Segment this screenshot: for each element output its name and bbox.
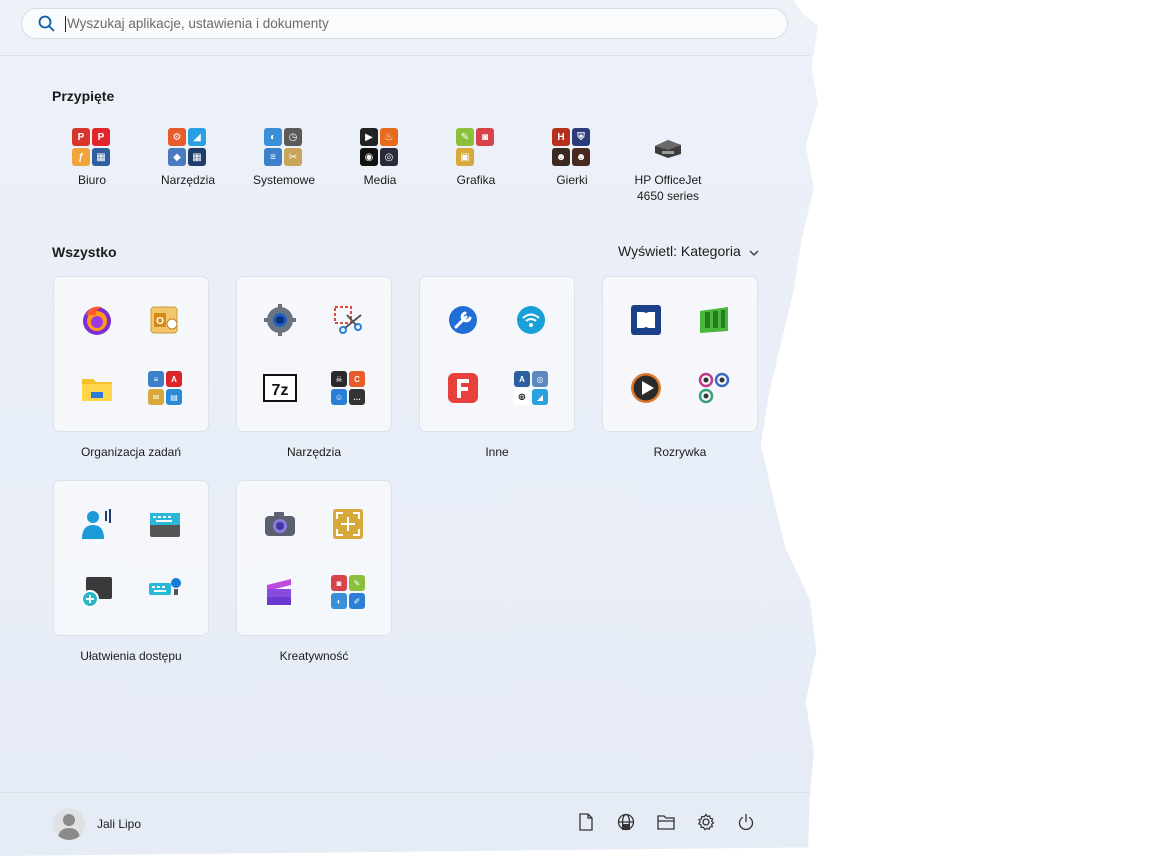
user-name: Jali Lipo <box>97 817 142 831</box>
on-screen-keyboard-icon <box>150 513 180 537</box>
games-group-icon: H ⛨ ☻ ☻ <box>552 128 592 168</box>
settings-gear-icon <box>264 304 296 336</box>
office-tools-group-icon: ≡ A ✉ ▤ <box>148 371 182 405</box>
dolby-icon <box>631 305 661 335</box>
folder-rozrywka[interactable] <box>602 276 758 432</box>
folder-inne[interactable]: A ◎ ⊕ ◢ <box>419 276 575 432</box>
audio-group-icon <box>698 372 730 404</box>
tools-group-icon: ⚙ ◢ ◆ ▦ <box>168 128 208 168</box>
wifi-icon <box>517 306 545 334</box>
footer-icons <box>576 812 756 832</box>
pinned-item-systemowe[interactable]: ◐ ◷ ≡ ✂ Systemowe <box>236 128 332 204</box>
pinned-item-grafika[interactable]: ✎ ◙ ▣ Grafika <box>428 128 524 204</box>
magnifier-icon <box>81 577 112 608</box>
folder-narzedzia[interactable]: 7z ☠ C ☺ … <box>236 276 392 432</box>
office-group-icon: P Ρ ƒ ▦ <box>72 128 112 168</box>
footer-divider <box>0 792 810 793</box>
voice-access-icon <box>149 578 181 595</box>
clipchamp-icon <box>267 579 291 605</box>
system-group-icon: ◐ ◷ ≡ ✂ <box>264 128 304 168</box>
7zip-icon: 7z <box>263 374 297 402</box>
media-group-icon: ▶ ♨ ◉ ◎ <box>360 128 400 168</box>
wrench-icon <box>449 306 477 334</box>
globe-icon[interactable] <box>616 812 636 832</box>
pinned-grid: P Ρ ƒ ▦ Biuro ⚙ ◢ ◆ ▦ Narzędzia ◐ ◷ ≡ ✂ <box>44 128 716 204</box>
outlook-icon: O <box>150 306 178 334</box>
pinned-item-printer[interactable]: HP OfficeJet 4650 series <box>620 128 716 204</box>
search-box[interactable] <box>21 8 788 39</box>
user-account[interactable]: Jali Lipo <box>53 808 141 840</box>
misc-group-icon: A ◎ ⊕ ◢ <box>514 371 548 405</box>
screen-capture-icon <box>333 509 363 539</box>
foxit-icon <box>448 373 478 403</box>
file-explorer-icon <box>82 379 112 401</box>
folder-organizacja-zadan[interactable]: O ≡ A ✉ ▤ <box>53 276 209 432</box>
folder-icon[interactable] <box>656 812 676 832</box>
pinned-item-media[interactable]: ▶ ♨ ◉ ◎ Media <box>332 128 428 204</box>
folder-kreatywnosc[interactable]: ◙ ✎ ◐ ✐ <box>236 480 392 636</box>
game-pass-icon <box>700 307 728 333</box>
creative-group-icon: ◙ ✎ ◐ ✐ <box>331 575 365 609</box>
utilities-group-icon: ☠ C ☺ … <box>331 371 365 405</box>
printer-icon <box>648 128 688 168</box>
search-input[interactable] <box>66 16 747 31</box>
folder-ulatwienia-dostepu[interactable] <box>53 480 209 636</box>
pinned-title: Przypięte <box>52 88 115 104</box>
power-icon[interactable] <box>736 812 756 832</box>
start-menu: Przypięte P Ρ ƒ ▦ Biuro ⚙ ◢ ◆ ▦ Narzędzi… <box>0 0 818 856</box>
view-selector[interactable]: Wyświetl: Kategoria <box>618 243 759 259</box>
divider <box>0 55 810 56</box>
pinned-item-biuro[interactable]: P Ρ ƒ ▦ Biuro <box>44 128 140 204</box>
svg-text:O: O <box>156 316 164 327</box>
camera-icon <box>265 512 295 536</box>
chevron-down-icon <box>749 243 759 259</box>
media-player-icon <box>631 373 661 403</box>
snipping-tool-icon <box>334 306 362 334</box>
narrator-icon <box>82 509 111 539</box>
firefox-icon <box>83 306 111 335</box>
document-icon[interactable] <box>576 812 596 832</box>
graphics-group-icon: ✎ ◙ ▣ <box>456 128 496 168</box>
avatar <box>53 808 85 840</box>
all-apps-title: Wszystko <box>52 244 117 260</box>
pinned-item-gierki[interactable]: H ⛨ ☻ ☻ Gierki <box>524 128 620 204</box>
pinned-item-narzedzia[interactable]: ⚙ ◢ ◆ ▦ Narzędzia <box>140 128 236 204</box>
search-icon <box>37 15 55 33</box>
svg-text:7z: 7z <box>272 382 289 399</box>
gear-icon[interactable] <box>696 812 716 832</box>
